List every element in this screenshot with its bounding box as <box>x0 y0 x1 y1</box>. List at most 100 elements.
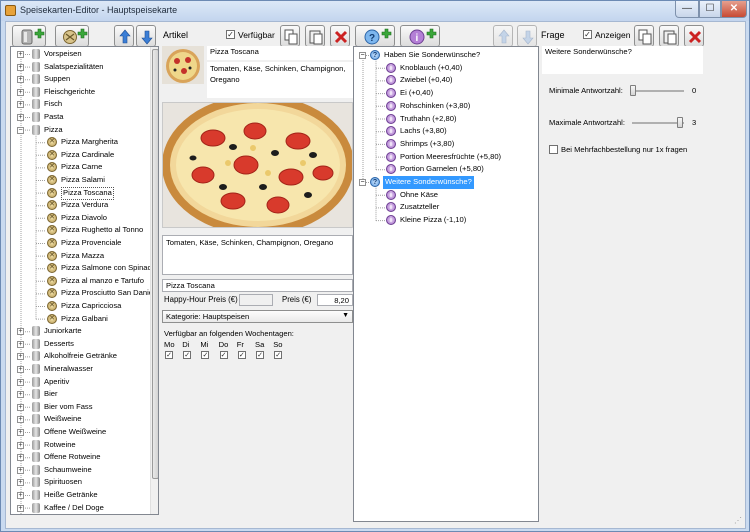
answer-row[interactable]: i Knoblauch (+0,40) <box>354 62 538 75</box>
expand-icon[interactable]: + <box>17 441 24 449</box>
question-text-field[interactable]: Weitere Sonderwünsche? <box>542 46 703 74</box>
article-short-description[interactable]: Tomaten, Käse, Schinken, Champignon, Ore… <box>207 62 353 98</box>
tree-category-row[interactable]: + Vorspeisen <box>11 48 151 61</box>
weekday-checkbox[interactable]: ✓ <box>165 351 173 359</box>
article-long-description[interactable]: Tomaten, Käse, Schinken, Champignon, Ore… <box>162 235 353 275</box>
available-checkbox[interactable]: ✓ <box>226 30 235 39</box>
expand-icon[interactable]: + <box>17 353 24 361</box>
expand-icon[interactable]: + <box>17 391 24 399</box>
weekday-checkbox[interactable]: ✓ <box>201 351 210 359</box>
show-checkbox[interactable]: ✓ <box>583 30 592 39</box>
tree-item-row[interactable]: ✕ Pizza Rughetto al Tonno <box>11 224 151 237</box>
tree-category-row[interactable]: + Suppen <box>11 73 151 86</box>
answer-row[interactable]: i Kleine Pizza (-1,10) <box>354 214 538 227</box>
happy-hour-price-field[interactable] <box>239 294 273 306</box>
answer-row[interactable]: i Portion Garnelen (+5,80) <box>354 163 538 176</box>
collapse-icon[interactable]: − <box>359 179 366 186</box>
tree-scroll-thumb[interactable] <box>152 49 158 479</box>
expand-icon[interactable]: + <box>17 403 24 411</box>
expand-icon[interactable]: + <box>17 63 24 71</box>
tree-item-row[interactable]: ✕ Pizza Verdura <box>11 199 151 212</box>
expand-icon[interactable]: + <box>17 366 24 373</box>
tree-scrollbar[interactable] <box>150 47 158 514</box>
expand-icon[interactable]: + <box>17 429 24 436</box>
tree-item-row[interactable]: ✕ Pizza Galbani <box>11 313 151 326</box>
answer-row[interactable]: i Portion Meeresfrüchte (+5,80) <box>354 151 538 164</box>
question-tree[interactable]: −? Haben Sie Sonderwünsche? i Knoblauch (+0… <box>353 46 539 522</box>
maximize-button[interactable]: ☐ <box>699 1 721 18</box>
paste-article-button[interactable] <box>305 25 325 47</box>
article-name-field[interactable]: Pizza Toscana <box>207 46 353 60</box>
copy-article-button[interactable] <box>280 25 300 47</box>
tree-item-row[interactable]: ✕ Pizza Cardinale <box>11 149 151 162</box>
tree-item-row[interactable]: ✕ Pizza Salmone con Spinach <box>11 262 156 275</box>
paste-question-button[interactable] <box>659 25 679 47</box>
add-answer-button[interactable]: i <box>400 25 440 47</box>
move-up-button[interactable] <box>114 25 134 47</box>
tree-item-row[interactable]: ✕ Pizza Mazza <box>11 250 151 263</box>
article-print-name[interactable]: Pizza Toscana <box>162 279 353 292</box>
tree-category-row[interactable]: + Bier <box>11 388 151 401</box>
weekday-checkbox[interactable]: ✓ <box>219 351 228 359</box>
answer-row[interactable]: i Zwiebel (+0,40) <box>354 74 538 87</box>
move-down-button[interactable] <box>136 25 156 47</box>
minimize-button[interactable]: — <box>675 1 699 18</box>
expand-icon[interactable]: + <box>17 340 24 348</box>
answer-row[interactable]: i Ohne Käse <box>354 189 538 202</box>
collapse-icon[interactable]: − <box>17 126 24 134</box>
question-up-button[interactable] <box>493 25 513 47</box>
tree-category-row[interactable]: + Offene Rotweine <box>11 451 151 464</box>
tree-item-row[interactable]: ✕ Pizza Toscana <box>11 187 151 200</box>
tree-category-row[interactable]: + Pasta <box>11 111 151 124</box>
expand-icon[interactable]: + <box>17 51 24 58</box>
answer-row[interactable]: i Shrimps (+3,80) <box>354 138 538 151</box>
delete-question-button[interactable] <box>684 25 704 47</box>
tree-item-row[interactable]: ✕ Pizza Capricciosa <box>11 300 151 313</box>
answer-row[interactable]: i Zusatzteller <box>354 201 538 214</box>
tree-category-row[interactable]: + Offene Weißweine <box>11 426 151 439</box>
tree-category-row[interactable]: − Pizza <box>11 124 151 137</box>
tree-category-row[interactable]: + Heiße Getränke <box>11 489 151 502</box>
add-category-button[interactable] <box>12 25 46 47</box>
answer-row[interactable]: i Truthahn (+2,80) <box>354 113 538 126</box>
tree-item-row[interactable]: ✕ Pizza Diavolo <box>11 212 151 225</box>
expand-icon[interactable]: + <box>17 378 24 386</box>
question-row[interactable]: −? Haben Sie Sonderwünsche? <box>354 49 538 62</box>
price-field[interactable]: 8,20 <box>317 294 353 306</box>
expand-icon[interactable]: + <box>17 492 24 499</box>
tree-category-row[interactable]: + Aperitiv <box>11 376 151 389</box>
add-item-button[interactable] <box>55 25 89 47</box>
expand-icon[interactable]: + <box>17 114 24 121</box>
answer-row[interactable]: i Lachs (+3,80) <box>354 125 538 138</box>
expand-icon[interactable]: + <box>17 416 24 424</box>
expand-icon[interactable]: + <box>17 328 24 336</box>
multi-order-checkbox[interactable] <box>549 145 558 154</box>
min-answers-thumb[interactable] <box>630 85 636 96</box>
tree-category-row[interactable]: + Rotweine <box>11 439 151 452</box>
question-down-button[interactable] <box>517 25 537 47</box>
min-answers-track[interactable] <box>632 90 684 92</box>
tree-category-row[interactable]: + Mineralwasser <box>11 363 151 376</box>
resize-grip-icon[interactable]: ⋰ <box>734 516 744 526</box>
tree-category-row[interactable]: + Fisch <box>11 98 151 111</box>
tree-item-row[interactable]: ✕ Pizza Prosciutto San Daniele <box>11 287 158 300</box>
expand-icon[interactable]: + <box>17 504 24 512</box>
delete-article-button[interactable] <box>330 25 350 47</box>
weekday-checkbox[interactable]: ✓ <box>183 351 192 359</box>
tree-category-row[interactable]: + Fleischgerichte <box>11 86 151 99</box>
add-question-button[interactable]: ? <box>355 25 395 47</box>
close-button[interactable]: ✕ <box>721 1 747 18</box>
max-answers-thumb[interactable] <box>677 117 683 128</box>
expand-icon[interactable]: + <box>17 88 24 96</box>
collapse-icon[interactable]: − <box>359 52 366 59</box>
weekday-checkbox[interactable]: ✓ <box>237 351 246 359</box>
tree-item-row[interactable]: ✕ Pizza Carne <box>11 161 151 174</box>
answer-row[interactable]: i Ei (+0,40) <box>354 87 538 100</box>
expand-icon[interactable]: + <box>17 466 24 474</box>
title-bar[interactable]: Speisekarten-Editor - Hauptspeisekarte —… <box>1 1 749 21</box>
tree-item-row[interactable]: ✕ Pizza al manzo e Tartufo <box>11 275 151 288</box>
tree-category-row[interactable]: + Bier vom Fass <box>11 401 151 414</box>
expand-icon[interactable]: + <box>17 101 24 109</box>
category-select[interactable]: Kategorie: Hauptspeisen ▼ <box>162 310 353 323</box>
tree-category-row[interactable]: + Spirituosen <box>11 476 151 489</box>
